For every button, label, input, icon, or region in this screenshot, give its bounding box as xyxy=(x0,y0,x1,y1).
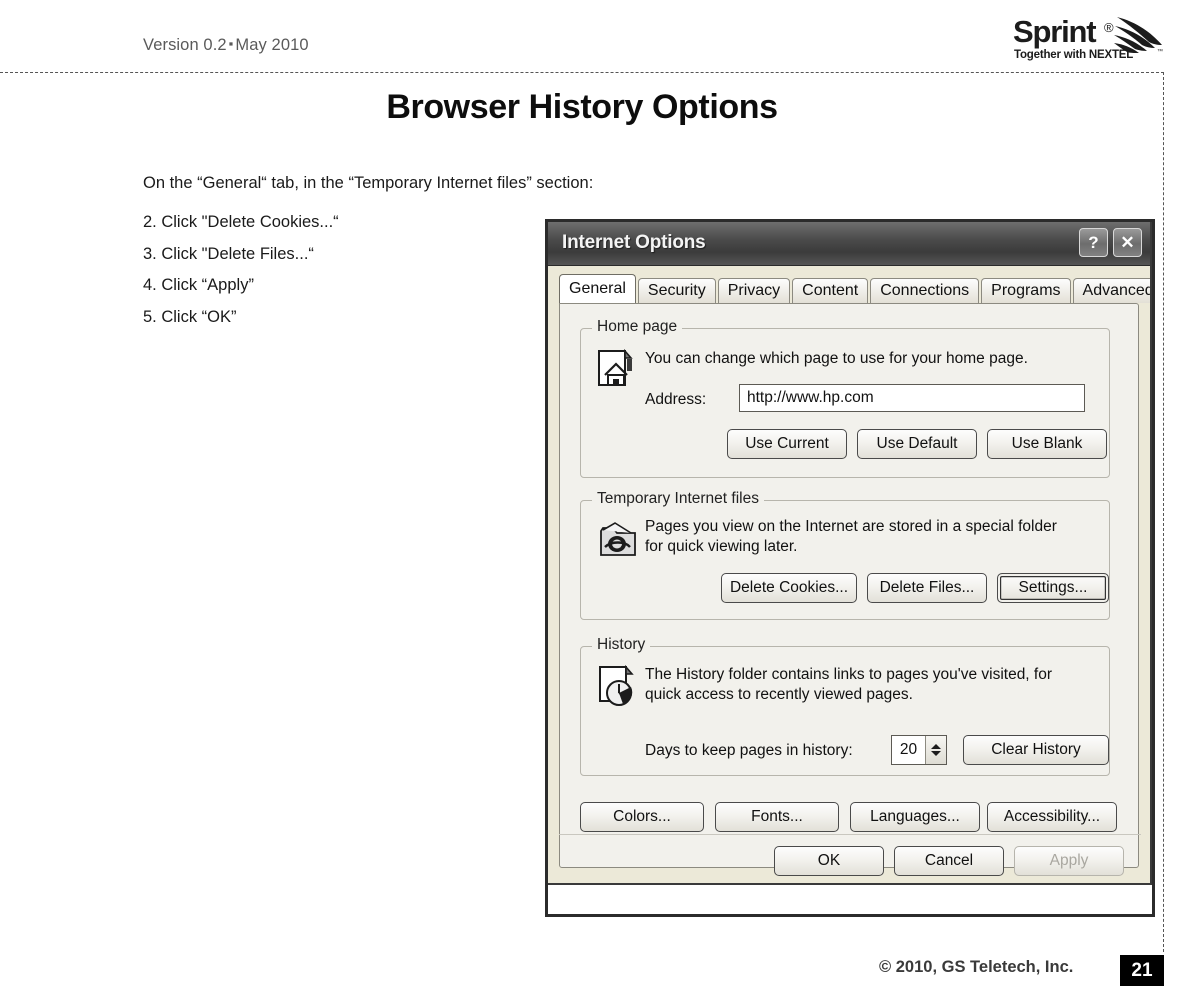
temporary-files-description-line1: Pages you view on the Internet are store… xyxy=(645,518,1057,535)
tab-connections[interactable]: Connections xyxy=(870,278,980,303)
history-legend: History xyxy=(592,636,651,654)
temporary-files-legend: Temporary Internet files xyxy=(592,490,764,508)
home-page-group: Home page You can change which page to u… xyxy=(580,318,1110,478)
tab-advanced[interactable]: Advanced xyxy=(1072,278,1150,303)
history-clock-page-icon xyxy=(597,664,641,716)
delete-cookies-button[interactable]: Delete Cookies... xyxy=(721,573,857,603)
days-to-keep-label: Days to keep pages in history: xyxy=(645,742,853,759)
list-item: 4. Click “Apply” xyxy=(143,276,254,294)
sprint-logo: Sprint ® ™ Together with NEXTEL xyxy=(1013,14,1163,66)
date-text: May 2010 xyxy=(235,36,309,54)
settings-button[interactable]: Settings... xyxy=(997,573,1109,603)
days-to-keep-value: 20 xyxy=(899,741,918,758)
history-description: The History folder contains links to pag… xyxy=(645,665,1052,705)
use-current-button[interactable]: Use Current xyxy=(727,429,847,459)
delete-files-button[interactable]: Delete Files... xyxy=(867,573,987,603)
page-title: Browser History Options xyxy=(386,88,778,126)
tab-security[interactable]: Security xyxy=(637,278,716,303)
help-icon[interactable]: ? xyxy=(1079,228,1108,257)
page-number-badge: 21 xyxy=(1120,955,1164,986)
dialog-title: Internet Options xyxy=(562,232,706,253)
temporary-files-folder-icon xyxy=(597,517,641,566)
tab-programs[interactable]: Programs xyxy=(981,278,1071,303)
divider xyxy=(559,834,1141,835)
use-blank-button[interactable]: Use Blank xyxy=(987,429,1107,459)
internet-options-dialog: Internet Options ? ✕ General Security Pr… xyxy=(548,222,1152,885)
instruction-list: 2. Click "Delete Cookies...“ 3. Click "D… xyxy=(143,213,523,339)
languages-button[interactable]: Languages... xyxy=(850,802,980,832)
temporary-files-description: Pages you view on the Internet are store… xyxy=(645,517,1057,557)
tab-content[interactable]: Content xyxy=(792,278,869,303)
clear-history-button[interactable]: Clear History xyxy=(963,735,1109,765)
intro-text: On the “General“ tab, in the “Temporary … xyxy=(143,174,594,192)
list-item: 5. Click “OK” xyxy=(143,307,237,326)
tab-bar: General Security Privacy Content Connect… xyxy=(559,274,1150,303)
days-to-keep-stepper[interactable]: 20 xyxy=(891,735,947,765)
history-description-line2: quick access to recently viewed pages. xyxy=(645,685,913,703)
dialog-titlebar: Internet Options ? ✕ xyxy=(548,222,1150,266)
home-page-icon xyxy=(597,348,639,398)
home-page-legend: Home page xyxy=(592,318,683,336)
home-page-description: You can change which page to use for you… xyxy=(645,350,1028,367)
fonts-button[interactable]: Fonts... xyxy=(715,802,839,832)
dialog-action-row: OK Cancel Apply xyxy=(559,834,1141,878)
sprint-wordmark: Sprint xyxy=(1013,14,1097,49)
titlebar-buttons: ? ✕ xyxy=(1079,228,1142,257)
footer-copyright: © 2010, GS Teletech, Inc. xyxy=(879,958,1074,976)
history-group: History The History folder contains link… xyxy=(580,636,1110,776)
colors-button[interactable]: Colors... xyxy=(580,802,704,832)
accessibility-button[interactable]: Accessibility... xyxy=(987,802,1117,832)
version-line: Version 0.2 ▪ May 2010 xyxy=(143,36,309,55)
use-default-button[interactable]: Use Default xyxy=(857,429,977,459)
sprint-tagline: Together with NEXTEL xyxy=(1014,49,1134,61)
version-text: Version 0.2 xyxy=(143,36,227,54)
temporary-internet-files-group: Temporary Internet files Pages you view … xyxy=(580,490,1110,620)
stepper-arrows[interactable] xyxy=(925,736,946,764)
list-item: 2. Click "Delete Cookies...“ xyxy=(143,213,339,231)
general-tab-panel: Home page You can change which page to u… xyxy=(559,303,1139,868)
tab-privacy[interactable]: Privacy xyxy=(717,278,791,303)
address-input[interactable]: http://www.hp.com xyxy=(739,384,1085,412)
close-icon[interactable]: ✕ xyxy=(1113,228,1142,257)
ok-button[interactable]: OK xyxy=(774,846,884,876)
temporary-files-description-line2: for quick viewing later. xyxy=(645,537,798,555)
list-item: 3. Click "Delete Files...“ xyxy=(143,244,314,263)
tab-general[interactable]: General xyxy=(559,274,636,303)
address-label: Address: xyxy=(645,391,707,408)
cancel-button[interactable]: Cancel xyxy=(894,846,1004,876)
internet-options-dialog-frame: Internet Options ? ✕ General Security Pr… xyxy=(545,219,1155,917)
svg-text:™: ™ xyxy=(1157,48,1163,54)
history-description-line1: The History folder contains links to pag… xyxy=(645,666,1053,683)
crop-mark-right xyxy=(1163,72,1164,952)
crop-mark-top xyxy=(0,72,1164,73)
chevron-down-icon[interactable] xyxy=(931,751,941,756)
apply-button: Apply xyxy=(1014,846,1124,876)
chevron-up-icon[interactable] xyxy=(931,744,941,749)
